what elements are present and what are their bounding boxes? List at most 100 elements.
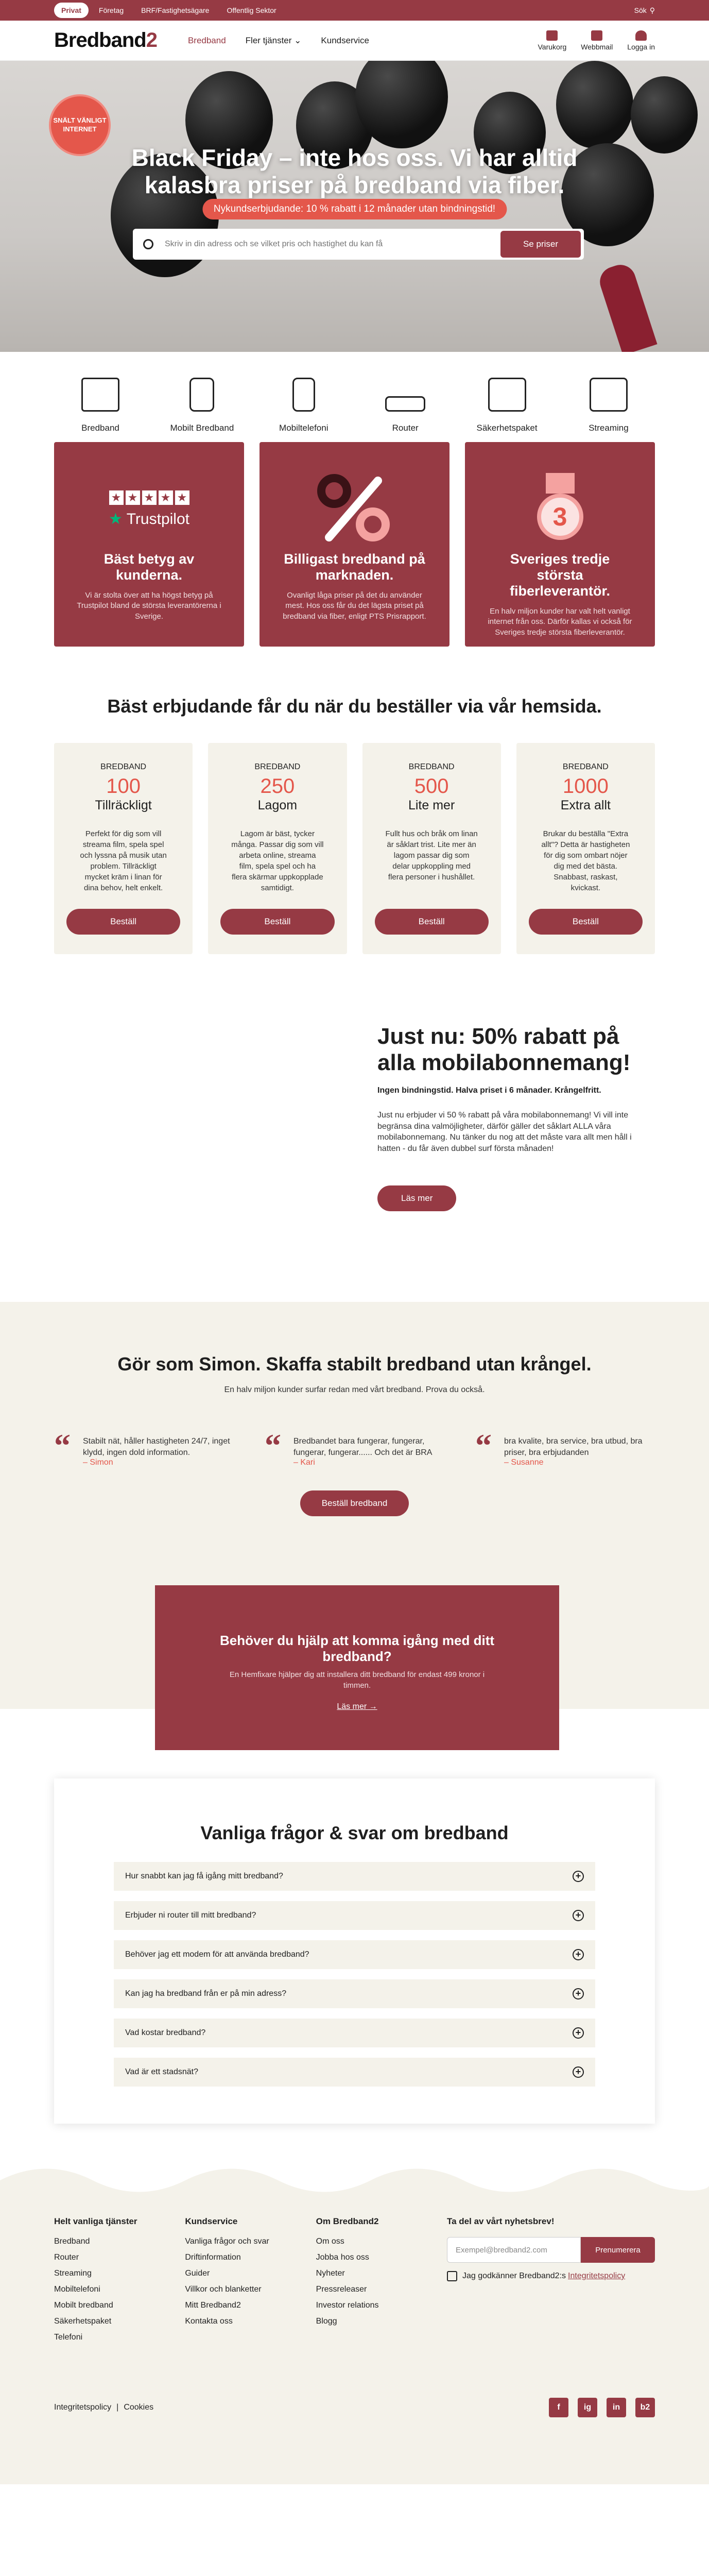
footer-link[interactable]: Driftinformation <box>185 2253 316 2262</box>
blog-icon[interactable]: b2 <box>635 2398 655 2417</box>
footer-col-services: Helt vanliga tjänster Bredband Router St… <box>54 2216 185 2349</box>
privacy-policy-link[interactable]: Integritetspolicy <box>568 2272 625 2281</box>
faq-item[interactable]: Kan jag ha bredband från er på min adres… <box>114 1979 595 2008</box>
segment-brf[interactable]: BRF/Fastighetsägare <box>134 3 216 18</box>
offers-title: Bäst erbjudande får du när du beställer … <box>107 696 602 717</box>
shield-laptop-icon <box>488 378 526 412</box>
category-router[interactable]: Router <box>367 378 444 442</box>
faq-item[interactable]: Hur snabbt kan jag få igång mitt bredban… <box>114 1862 595 1891</box>
login-button[interactable]: Logga in <box>627 30 655 51</box>
newsletter-email-input[interactable]: Exempel@bredband2.com <box>446 2237 581 2263</box>
top-search-button[interactable]: Sök ⚲ <box>634 6 655 15</box>
subscribe-button[interactable]: Prenumerera <box>580 2237 655 2263</box>
category-streaming[interactable]: Streaming <box>570 378 647 442</box>
nav-kundservice[interactable]: Kundservice <box>321 36 369 46</box>
webmail-button[interactable]: Webbmail <box>581 30 613 51</box>
separator: | <box>116 2403 119 2412</box>
feature-text: En halv miljon kunder har valt helt vanl… <box>488 607 632 637</box>
offer-desc: Fullt hus och bråk om linan är såklart t… <box>385 829 478 882</box>
category-mobiltelefoni[interactable]: Mobiltelefoni <box>265 378 342 442</box>
trustpilot-wordmark: Trustpilot <box>126 510 189 528</box>
quote-item: “ Stabilt nät, håller hastigheten 24/7, … <box>54 1429 234 1467</box>
logo[interactable]: Bredband2 <box>54 29 158 52</box>
router-icon <box>385 396 426 412</box>
plus-circle-icon: + <box>573 2066 584 2078</box>
offer-card: BREDBAND 100 Tillräckligt Perfekt för di… <box>54 743 193 954</box>
nav-fler-label: Fler tjänster <box>245 35 292 45</box>
hero-offer-pill: Nykundserbjudande: 10 % rabatt i 12 måna… <box>202 199 507 219</box>
footer-link[interactable]: Kontakta oss <box>185 2317 316 2326</box>
footer-link[interactable]: Villkor och blanketter <box>185 2285 316 2294</box>
category-bredband[interactable]: Bredband <box>62 378 139 442</box>
footer-link[interactable]: Telefoni <box>54 2333 185 2342</box>
offer-category: BREDBAND <box>408 762 455 771</box>
plus-circle-icon: + <box>573 1988 584 1999</box>
nav-bredband[interactable]: Bredband <box>188 36 226 46</box>
footer-link[interactable]: Jobba hos oss <box>316 2253 447 2262</box>
footer-link[interactable]: Router <box>54 2253 185 2262</box>
cookies-link[interactable]: Cookies <box>124 2403 153 2412</box>
segment-offentlig[interactable]: Offentlig Sektor <box>219 3 283 18</box>
cart-icon <box>546 30 558 41</box>
footer-link[interactable]: Pressreleaser <box>316 2285 447 2294</box>
faq-item[interactable]: Vad är ett stadsnät? + <box>114 2058 595 2087</box>
faq-item[interactable]: Behöver jag ett modem för att använda br… <box>114 1940 595 1969</box>
footer-link[interactable]: Vanliga frågor och svar <box>185 2237 316 2246</box>
see-prices-button[interactable]: Se priser <box>500 231 581 258</box>
consent-checkbox[interactable] <box>446 2271 457 2281</box>
feature-title: Billigast bredband på marknaden. <box>284 551 425 583</box>
order-button[interactable]: Beställ <box>374 909 489 935</box>
order-button[interactable]: Beställ <box>528 909 643 935</box>
footer-link[interactable]: Mobiltelefoni <box>54 2285 185 2294</box>
category-mobilt-bredband[interactable]: Mobilt Bredband <box>163 378 240 442</box>
order-button[interactable]: Beställ <box>66 909 181 935</box>
offer-desc: Brukar du beställa "Extra allt"? Detta ä… <box>541 829 630 892</box>
integrity-policy-link[interactable]: Integritetspolicy <box>54 2403 111 2412</box>
plus-circle-icon: + <box>573 2027 584 2039</box>
footer-link[interactable]: Bredband <box>54 2237 185 2246</box>
logo-accent: 2 <box>146 29 158 52</box>
footer-link[interactable]: Mitt Bredband2 <box>185 2301 316 2310</box>
offer-card: BREDBAND 1000 Extra allt Brukar du bestä… <box>516 743 655 954</box>
offer-card: BREDBAND 500 Lite mer Fullt hus och bråk… <box>362 743 501 954</box>
feature-card-trustpilot: ★ ★ ★ ★ ★ ★ Trustpilot Bäst betyg av kun… <box>54 442 244 647</box>
top-bar: Privat Företag BRF/Fastighetsägare Offen… <box>0 0 709 21</box>
help-read-more-link[interactable]: Läs mer → <box>337 1702 377 1711</box>
offer-category: BREDBAND <box>562 762 609 771</box>
nav-fler-tjanster[interactable]: Fler tjänster ⌄ <box>246 36 302 46</box>
category-sakerhetspaket[interactable]: Säkerhetspaket <box>469 378 546 442</box>
faq-item[interactable]: Erbjuder ni router till mitt bredband? + <box>114 1901 595 1930</box>
hand-image <box>596 261 658 352</box>
faq-item[interactable]: Vad kostar bredband? + <box>114 2019 595 2047</box>
footer-link[interactable]: Mobilt bredband <box>54 2301 185 2310</box>
facebook-icon[interactable]: f <box>549 2398 568 2417</box>
order-button[interactable]: Beställ <box>220 909 335 935</box>
quote-text: bra kvalite, bra service, bra utbud, bra… <box>504 1437 643 1457</box>
read-more-button[interactable]: Läs mer <box>377 1185 457 1211</box>
segment-foretag[interactable]: Företag <box>92 3 131 18</box>
instagram-icon[interactable]: ig <box>578 2398 597 2417</box>
linkedin-icon[interactable]: in <box>607 2398 626 2417</box>
quote-item: “ bra kvalite, bra service, bra utbud, b… <box>475 1429 655 1467</box>
segment-privat[interactable]: Privat <box>54 3 89 18</box>
footer-link[interactable]: Streaming <box>54 2269 185 2278</box>
category-row: Bredband Mobilt Bredband Mobiltelefoni R… <box>0 352 709 442</box>
offer-desc: Lagom är bäst, tycker många. Passar dig … <box>231 829 324 892</box>
footer-columns: Helt vanliga tjänster Bredband Router St… <box>54 2216 655 2349</box>
footer-link[interactable]: Om oss <box>316 2237 447 2246</box>
cart-button[interactable]: Varukorg <box>538 30 566 51</box>
address-search-bar: Se priser <box>133 229 584 260</box>
order-broadband-button[interactable]: Beställ bredband <box>300 1490 409 1517</box>
footer-link[interactable]: Säkerhetspaket <box>54 2317 185 2326</box>
footer-link[interactable]: Nyheter <box>316 2269 447 2278</box>
category-label: Router <box>392 423 419 433</box>
footer-link[interactable]: Blogg <box>316 2317 447 2326</box>
faq-section: Vanliga frågor & svar om bredband Hur sn… <box>54 1778 655 2124</box>
help-box: Behöver du hjälp att komma igång med dit… <box>155 1585 559 1750</box>
faq-question: Vad är ett stadsnät? <box>125 2067 199 2076</box>
footer-link[interactable]: Investor relations <box>316 2301 447 2310</box>
footer-link[interactable]: Guider <box>185 2269 316 2278</box>
feature-title: Bäst betyg av kunderna. <box>103 551 195 583</box>
address-search-input[interactable] <box>165 240 500 249</box>
faq-question: Hur snabbt kan jag få igång mitt bredban… <box>125 1872 283 1880</box>
